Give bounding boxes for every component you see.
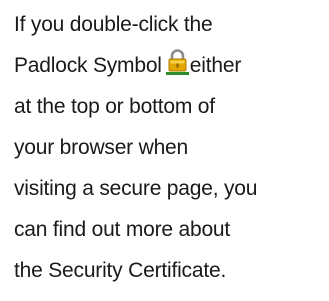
paragraph-line-6: can find out more about [14,218,231,241]
paragraph-line-5: visiting a secure page, you [14,177,258,200]
padlock-icon [165,49,189,75]
paragraph-line-2: Padlock Symbol either [14,45,326,86]
paragraph-line-3: at the top or bottom of [14,95,215,118]
paragraph-line-7: the Security Certificate. [14,259,227,282]
padlock-symbol-text: Padlock Symbol [14,54,162,77]
paragraph-line-4: your browser when [14,136,189,159]
paragraph-line-1: If you double-click the [14,13,213,36]
instruction-paragraph: If you double-click the Padlock Symbol e… [14,4,326,291]
either-text: either [189,54,242,77]
